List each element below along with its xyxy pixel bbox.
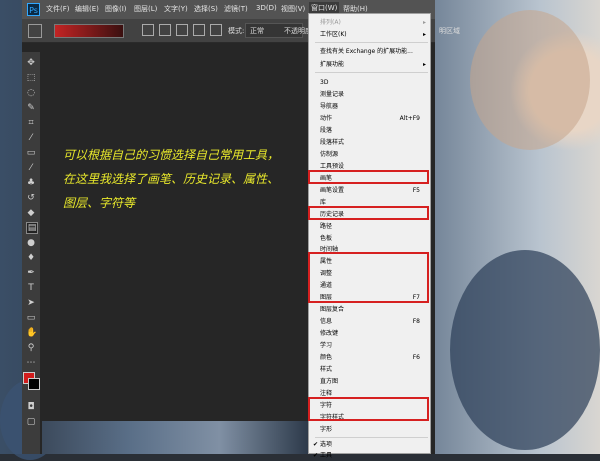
tool-preset-icon[interactable]: [28, 24, 42, 38]
menu-item-color[interactable]: 颜色 F6: [320, 353, 424, 363]
menu-item-styles[interactable]: 样式: [320, 365, 424, 375]
menu-filter[interactable]: 滤镜(T): [224, 4, 248, 14]
healing-brush-icon[interactable]: ▭: [26, 148, 36, 158]
menu-view[interactable]: 视图(V): [281, 4, 305, 14]
submenu-arrow-icon: ▸: [422, 19, 426, 26]
menu-item-extensions[interactable]: 扩展功能 ▸: [320, 60, 426, 70]
menu-item-paragraph[interactable]: 段落: [320, 126, 424, 136]
menu-item-histogram[interactable]: 直方图: [320, 377, 424, 387]
dodge-tool-icon[interactable]: ♦: [26, 253, 36, 263]
hand-tool-icon[interactable]: ✋: [26, 328, 37, 338]
menu-item-measurement-log[interactable]: 测量记录: [320, 90, 424, 100]
highlight-brushes: [308, 170, 429, 184]
mode-value: 正常: [250, 27, 264, 35]
reflected-gradient-icon[interactable]: [193, 24, 205, 36]
more-tools-icon[interactable]: ⋯: [26, 358, 36, 368]
document-canvas[interactable]: [42, 43, 308, 421]
blur-tool-icon[interactable]: ●: [26, 238, 36, 248]
gradient-tool-icon[interactable]: ▤: [26, 222, 38, 234]
menu-item-clone-source[interactable]: 仿制源: [320, 150, 424, 160]
menu-item-swatches[interactable]: 色板: [320, 234, 424, 244]
menu-file[interactable]: 文件(F): [46, 4, 70, 14]
highlight-character-group: [308, 397, 429, 421]
checkmark-icon: ✔: [313, 441, 319, 448]
menu-item-glyphs[interactable]: 字形: [320, 425, 424, 435]
eraser-icon[interactable]: ◆: [26, 208, 36, 218]
radial-gradient-icon[interactable]: [159, 24, 171, 36]
menu-item-paragraph-styles[interactable]: 段落样式: [320, 138, 424, 148]
background-color-swatch[interactable]: [28, 378, 40, 390]
menu-item-actions[interactable]: 动作 Alt+F9: [320, 114, 424, 124]
diamond-gradient-icon[interactable]: [210, 24, 222, 36]
menu-type[interactable]: 文字(Y): [164, 4, 188, 14]
photo-face: [470, 10, 590, 150]
menu-item-paths[interactable]: 路径: [320, 222, 424, 232]
zoom-tool-icon[interactable]: ⚲: [26, 343, 36, 353]
menu-edit[interactable]: 编辑(E): [75, 4, 99, 14]
tools-panel: ✥ ⬚ ◌ ✎ ⌗ ⁄ ▭ ⁄ ♣ ↺ ◆ ▤ ● ♦ ✒ T ➤ ▭ ✋ ⚲ …: [22, 52, 40, 454]
angle-gradient-icon[interactable]: [176, 24, 188, 36]
menu-item-brush-settings[interactable]: 画笔设置 F5: [320, 186, 424, 196]
photo-shirt: [450, 250, 600, 450]
pen-tool-icon[interactable]: ✒: [26, 268, 36, 278]
path-select-icon[interactable]: ➤: [26, 298, 36, 308]
menu-item-info[interactable]: 信息 F8: [320, 317, 424, 327]
menu-item-learn[interactable]: 学习: [320, 341, 424, 351]
highlight-properties-group: [308, 252, 429, 303]
menu-item-options[interactable]: ✔ 选项: [313, 440, 424, 450]
linear-gradient-icon[interactable]: [142, 24, 154, 36]
options-right-label: 明区域: [439, 27, 460, 35]
menu-layer[interactable]: 图层(L): [134, 4, 157, 14]
submenu-arrow-icon: ▸: [422, 61, 426, 68]
move-tool-icon[interactable]: ✥: [26, 58, 36, 68]
menu-item-tools[interactable]: ✔ 工具: [313, 451, 424, 461]
screen-mode-icon[interactable]: ▢: [26, 417, 36, 427]
history-brush-icon[interactable]: ↺: [26, 193, 36, 203]
brush-tool-icon[interactable]: ⁄: [26, 163, 36, 173]
lasso-tool-icon[interactable]: ◌: [26, 88, 36, 98]
submenu-arrow-icon: ▸: [422, 31, 426, 38]
window-menu-dropdown: 排列(A) ▸ 工作区(K) ▸ 查找有关 Exchange 的扩展功能... 扩展…: [308, 13, 431, 459]
marquee-tool-icon[interactable]: ⬚: [26, 73, 36, 83]
clone-stamp-icon[interactable]: ♣: [26, 178, 36, 188]
gradient-picker[interactable]: [54, 24, 124, 38]
canvas-photo-strip: [42, 421, 308, 454]
menu-item-3d[interactable]: 3D: [320, 78, 424, 88]
menu-item-layer-comps[interactable]: 图层复合: [320, 305, 424, 315]
crop-tool-icon[interactable]: ⌗: [26, 118, 36, 128]
menu-select[interactable]: 选择(S): [194, 4, 218, 14]
eyedropper-icon[interactable]: ⁄: [26, 133, 36, 143]
menu-item-modifier-keys[interactable]: 修改键: [320, 329, 424, 339]
menu-image[interactable]: 图像(I): [105, 4, 127, 14]
quick-select-icon[interactable]: ✎: [26, 103, 36, 113]
menu-item-workspace[interactable]: 工作区(K) ▸: [320, 30, 426, 40]
checkmark-icon: ✔: [313, 452, 319, 459]
photoshop-app-icon[interactable]: Ps: [27, 3, 40, 16]
menu-item-navigator[interactable]: 导航器: [320, 102, 424, 112]
rectangle-tool-icon[interactable]: ▭: [26, 313, 36, 323]
highlight-history: [308, 206, 429, 220]
menu-item-arrange[interactable]: 排列(A) ▸: [320, 18, 426, 28]
menu-3d[interactable]: 3D(D): [256, 4, 277, 12]
menu-item-find-extensions[interactable]: 查找有关 Exchange 的扩展功能...: [320, 47, 424, 57]
type-tool-icon[interactable]: T: [26, 283, 36, 293]
mode-label: 模式:: [228, 27, 245, 35]
quick-mask-icon[interactable]: ◘: [26, 402, 36, 412]
